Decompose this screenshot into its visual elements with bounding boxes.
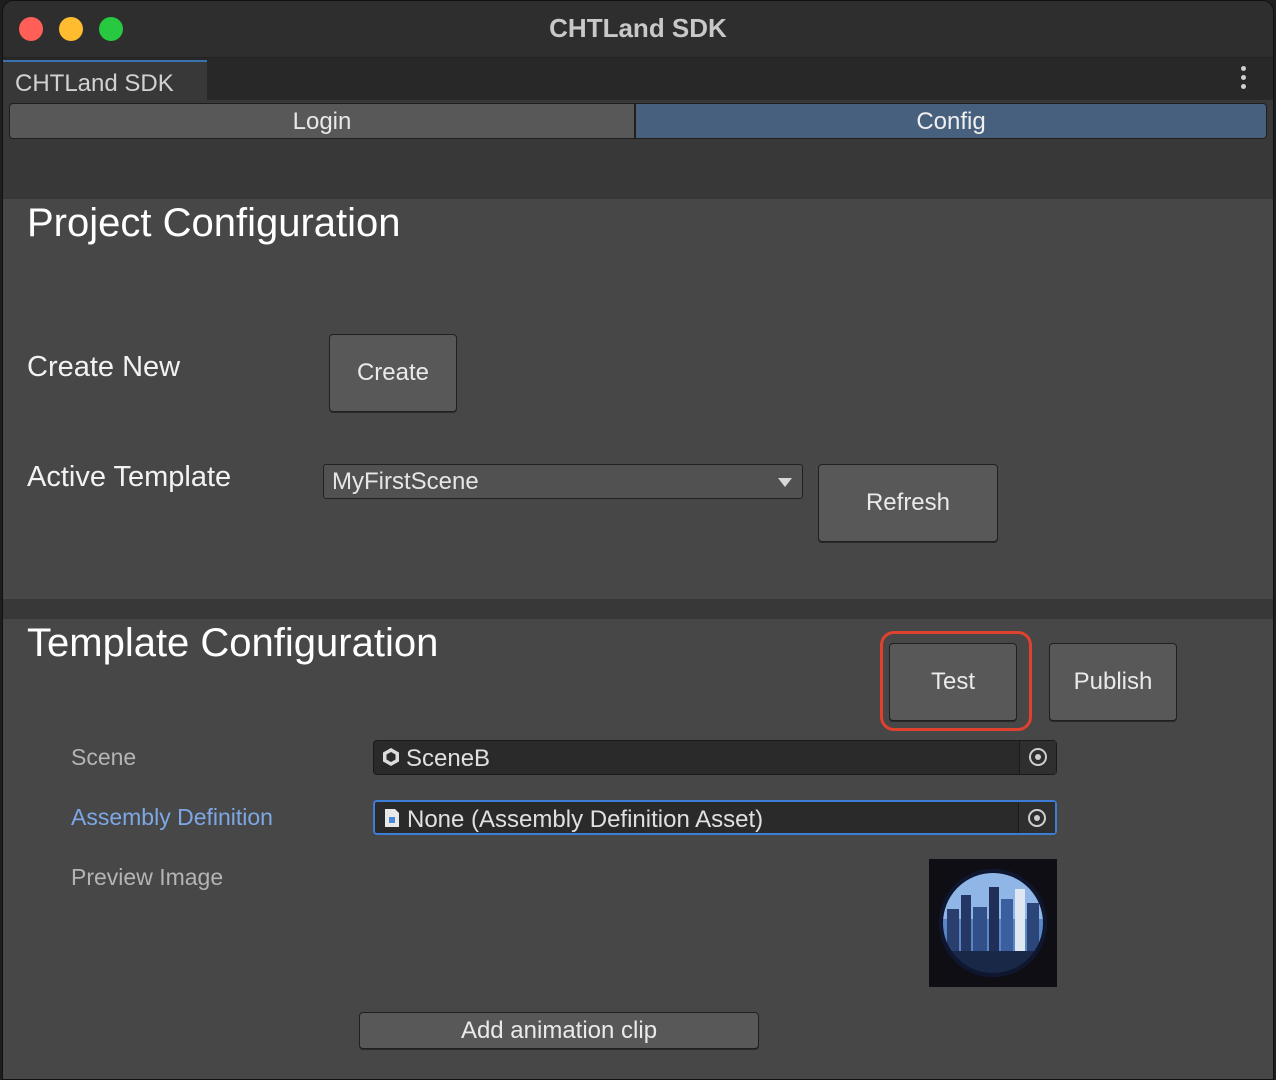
refresh-button[interactable]: Refresh	[818, 464, 998, 542]
spacer	[3, 139, 1273, 199]
tab-strip: CHTLand SDK	[3, 58, 1273, 100]
scene-label: Scene	[71, 744, 137, 770]
scene-field[interactable]: SceneB	[373, 740, 1057, 775]
active-template-label: Active Template	[27, 461, 232, 493]
test-button-highlight	[880, 631, 1032, 731]
window-title: CHTLand SDK	[549, 13, 727, 43]
project-configuration-heading: Project Configuration	[27, 201, 401, 245]
scene-value: SceneB	[406, 745, 491, 772]
city-skyline-image	[939, 869, 1047, 977]
publish-button[interactable]: Publish	[1049, 643, 1177, 721]
assembly-asset-icon	[385, 809, 399, 827]
assembly-definition-field[interactable]: None (Assembly Definition Asset)	[373, 800, 1057, 835]
active-template-dropdown[interactable]: MyFirstScene	[323, 464, 803, 499]
object-picker-icon[interactable]	[1018, 802, 1055, 833]
editor-window: CHTLand SDK CHTLand SDK Login Config Pro…	[2, 0, 1274, 1080]
more-options-icon[interactable]	[1241, 66, 1247, 93]
chevron-down-icon	[778, 478, 792, 487]
project-configuration-panel	[3, 199, 1273, 599]
preview-image-label: Preview Image	[71, 864, 224, 890]
assembly-definition-value: None (Assembly Definition Asset)	[407, 806, 764, 833]
create-button[interactable]: Create	[329, 334, 457, 412]
segment-config[interactable]: Config	[635, 103, 1267, 139]
assembly-definition-label: Assembly Definition	[71, 804, 273, 830]
template-configuration-heading: Template Configuration	[27, 621, 439, 665]
create-new-label: Create New	[27, 351, 181, 383]
tab-chtland-sdk[interactable]: CHTLand SDK	[3, 60, 207, 100]
add-animation-clip-button[interactable]: Add animation clip	[359, 1012, 759, 1049]
unity-scene-icon	[383, 748, 399, 766]
object-picker-icon[interactable]	[1019, 741, 1056, 774]
active-template-value: MyFirstScene	[332, 468, 479, 495]
title-bar[interactable]: CHTLand SDK	[3, 1, 1273, 58]
segment-login[interactable]: Login	[9, 103, 635, 139]
section-divider	[3, 599, 1273, 619]
preview-image-thumbnail[interactable]	[929, 859, 1057, 987]
